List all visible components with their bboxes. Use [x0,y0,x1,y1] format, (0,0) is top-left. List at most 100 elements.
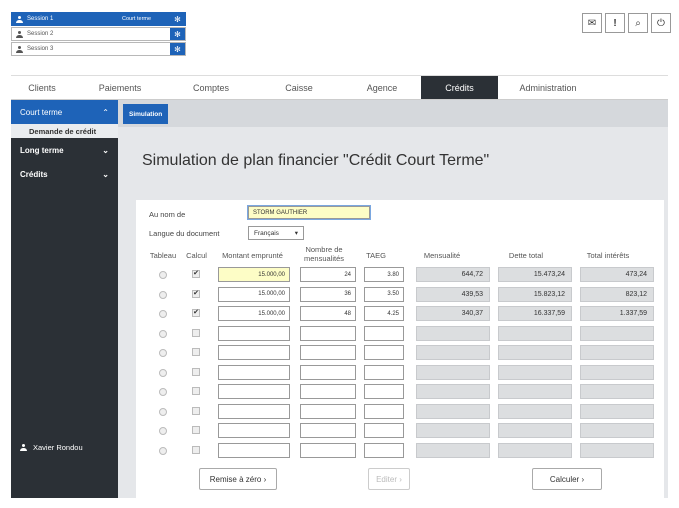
alert-icon[interactable]: ! [605,13,625,33]
montant-input[interactable] [218,325,290,341]
montant-input[interactable] [218,364,290,380]
edit-button[interactable]: Editer › [368,468,410,490]
nombre-input[interactable] [300,364,356,380]
sidebar-court-terme-label: Court terme [20,107,63,117]
nav-paiements[interactable]: Paiements [73,76,167,99]
montant-input[interactable] [218,403,290,419]
tableau-radio[interactable] [159,349,167,357]
session-3[interactable]: Session 3 ✻ [11,42,186,56]
sidebar-demande-credit[interactable]: Demande de crédit [11,124,118,138]
current-user[interactable]: Xavier Rondou [20,443,83,452]
nombre-input[interactable] [300,384,356,399]
au-nom-field[interactable]: STORM GAUTHIER [247,205,371,220]
langue-select[interactable]: Français ▾ [248,226,304,240]
montant-input[interactable] [218,384,290,399]
taeg-input[interactable] [364,345,404,360]
calcul-checkbox[interactable]: ✔ [192,309,200,317]
nombre-input[interactable]: 24 [300,267,356,282]
chevron-down-icon: ⌄ [102,145,109,155]
nav-caisse[interactable]: Caisse [255,76,343,99]
tableau-radio[interactable] [159,446,167,455]
taeg-input[interactable]: 3.80 [364,267,404,282]
montant-input[interactable]: 15.000,00 [218,286,290,302]
nav-clients[interactable]: Clients [11,76,73,99]
mensualite-value [416,364,490,380]
main-nav: Clients Paiements Comptes Caisse Agence … [11,75,668,100]
col-montant: Montant emprunté [222,251,283,260]
main-content: Simulation Simulation de plan financier … [118,100,668,498]
table-row [136,364,664,381]
montant-input[interactable]: 15.000,00 [218,267,290,282]
montant-input[interactable] [218,442,290,458]
mensualite-value: 644,72 [416,267,490,282]
nombre-input[interactable] [300,403,356,419]
nombre-input[interactable] [300,423,356,438]
sidebar-court-terme[interactable]: Court terme ⌃ [11,100,118,124]
table-row [136,325,664,342]
col-calcul: Calcul [186,251,207,260]
nombre-input[interactable] [300,325,356,341]
table-row [136,422,664,439]
calcul-checkbox[interactable]: ✔ [192,289,200,298]
nombre-input[interactable] [300,442,356,458]
gear-icon[interactable]: ✻ [170,28,185,40]
taeg-input[interactable] [364,325,404,341]
montant-input[interactable] [218,423,290,438]
sidebar-long-terme[interactable]: Long terme ⌄ [11,138,118,162]
sidebar-credits[interactable]: Crédits ⌄ [11,162,118,186]
calculate-button[interactable]: Calculer › [532,468,602,490]
calcul-checkbox[interactable] [192,387,200,395]
montant-input[interactable] [218,345,290,360]
tableau-radio[interactable] [159,407,167,416]
tableau-radio[interactable] [159,329,167,338]
user-icon [16,15,23,23]
nombre-input[interactable]: 48 [300,306,356,321]
nombre-input[interactable] [300,345,356,360]
tableau-radio[interactable] [159,271,167,279]
session-2[interactable]: Session 2 ✻ [11,27,186,41]
search-icon[interactable]: ⌕ [628,13,648,33]
interets-value: 823,12 [580,286,654,302]
mensualite-value [416,403,490,419]
dette-value [498,364,572,380]
table-row: ✔ 15.000,00 36 3.50 439,53 15.823,12 823,12 [136,286,664,303]
calcul-checkbox[interactable] [192,406,200,415]
gear-icon[interactable]: ✻ [170,43,185,55]
simulation-panel: Au nom de STORM GAUTHIER Langue du docum… [136,200,664,498]
tab-simulation[interactable]: Simulation [123,104,169,124]
taeg-input[interactable] [364,442,404,458]
reset-button[interactable]: Remise à zéro › [199,468,277,490]
col-nombre: Nombre de mensualités [303,245,345,263]
calcul-checkbox[interactable] [192,328,200,337]
tableau-radio[interactable] [159,310,167,318]
calcul-checkbox[interactable] [192,426,200,434]
tableau-radio[interactable] [159,368,167,377]
nav-credits[interactable]: Crédits [421,76,498,99]
dette-value: 16.337,59 [498,306,572,321]
tableau-radio[interactable] [159,388,167,396]
calcul-checkbox[interactable]: ✔ [192,270,200,278]
nombre-input[interactable]: 36 [300,286,356,302]
power-icon[interactable]: ⏻ [651,13,671,33]
langue-label: Langue du document [149,229,220,238]
calcul-checkbox[interactable] [192,348,200,356]
taeg-input[interactable]: 4.25 [364,306,404,321]
chevron-down-icon: ⌄ [102,169,109,179]
gear-icon[interactable]: ✻ [170,13,185,25]
mail-icon[interactable]: ✉ [582,13,602,33]
tableau-radio[interactable] [159,427,167,435]
taeg-input[interactable] [364,403,404,419]
taeg-input[interactable] [364,384,404,399]
calcul-checkbox[interactable] [192,445,200,454]
taeg-input[interactable] [364,364,404,380]
nav-agence[interactable]: Agence [343,76,421,99]
calcul-checkbox[interactable] [192,367,200,376]
taeg-input[interactable] [364,423,404,438]
tableau-radio[interactable] [159,290,167,299]
interets-value [580,325,654,341]
montant-input[interactable]: 15.000,00 [218,306,290,321]
nav-administration[interactable]: Administration [498,76,598,99]
session-1[interactable]: Session 1 Court terme ✻ [11,12,186,26]
nav-comptes[interactable]: Comptes [167,76,255,99]
taeg-input[interactable]: 3.50 [364,286,404,302]
